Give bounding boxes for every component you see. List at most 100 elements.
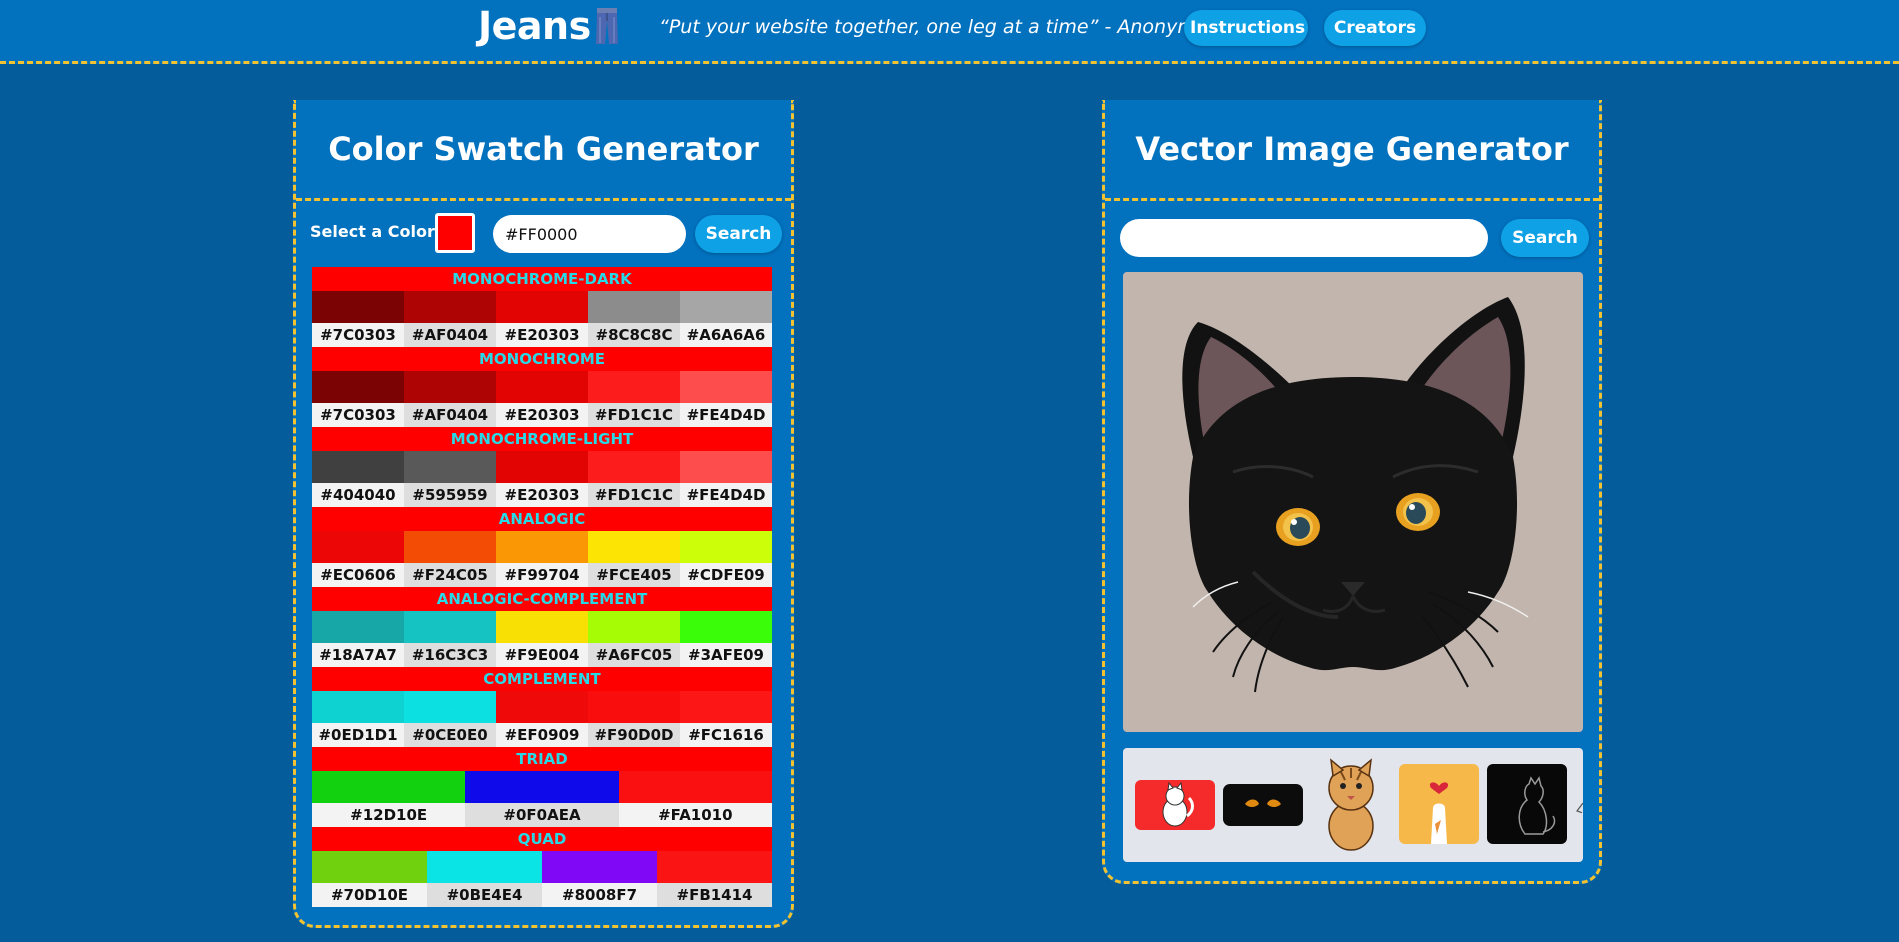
color-swatch[interactable] bbox=[588, 371, 680, 403]
color-swatch[interactable] bbox=[312, 611, 404, 643]
color-swatch[interactable] bbox=[496, 291, 588, 323]
thumbnail-cat-eyes[interactable] bbox=[1223, 784, 1303, 826]
hex-code-label[interactable]: #FD1C1C bbox=[588, 403, 680, 427]
instructions-button[interactable]: Instructions bbox=[1184, 10, 1308, 46]
color-swatch[interactable] bbox=[312, 771, 466, 803]
color-swatch[interactable] bbox=[404, 691, 496, 723]
hex-code-label[interactable]: #EC0606 bbox=[312, 563, 404, 587]
color-swatch[interactable] bbox=[680, 691, 772, 723]
hex-code-label[interactable]: #7C0303 bbox=[312, 323, 404, 347]
color-swatch[interactable] bbox=[588, 451, 680, 483]
color-swatch[interactable] bbox=[588, 291, 680, 323]
color-swatch[interactable] bbox=[427, 851, 542, 883]
color-swatch[interactable] bbox=[312, 691, 404, 723]
hex-code-label[interactable]: #CDFE09 bbox=[680, 563, 772, 587]
color-swatch[interactable] bbox=[404, 451, 496, 483]
thumbnail-black-cat[interactable] bbox=[1487, 764, 1567, 844]
hex-code-row: #EC0606 #F24C05 #F99704 #FCE405 #CDFE09 bbox=[312, 563, 772, 587]
hex-code-label[interactable]: #FC1616 bbox=[680, 723, 772, 747]
partial-thumbnail-icon bbox=[1576, 802, 1583, 814]
hex-code-label[interactable]: #F90D0D bbox=[588, 723, 680, 747]
color-swatch[interactable] bbox=[465, 771, 619, 803]
hex-code-label[interactable]: #AF0404 bbox=[404, 403, 496, 427]
hex-code-label[interactable]: #0BE4E4 bbox=[427, 883, 542, 907]
color-swatch[interactable] bbox=[680, 611, 772, 643]
color-swatch[interactable] bbox=[588, 531, 680, 563]
color-swatch[interactable] bbox=[496, 451, 588, 483]
white-cat-icon bbox=[1162, 781, 1194, 827]
top-header: Jeans “Put your website together, one le… bbox=[0, 0, 1899, 64]
hex-code-label[interactable]: #A6FC05 bbox=[588, 643, 680, 667]
color-swatch[interactable] bbox=[312, 531, 404, 563]
color-swatch[interactable] bbox=[312, 291, 404, 323]
vector-search-input[interactable] bbox=[1120, 219, 1488, 257]
color-swatch[interactable] bbox=[312, 371, 404, 403]
vector-search-button[interactable]: Search bbox=[1501, 219, 1589, 257]
hex-code-row: #404040 #595959 #E20303 #FD1C1C #FE4D4D bbox=[312, 483, 772, 507]
color-swatch[interactable] bbox=[588, 611, 680, 643]
color-swatch[interactable] bbox=[588, 691, 680, 723]
color-swatch[interactable] bbox=[680, 371, 772, 403]
color-swatch[interactable] bbox=[496, 371, 588, 403]
thumbnail-cat-paw-heart[interactable] bbox=[1399, 764, 1479, 844]
hex-code-label[interactable]: #FCE405 bbox=[588, 563, 680, 587]
creators-button[interactable]: Creators bbox=[1324, 10, 1426, 46]
vector-image-panel: Vector Image Generator Search bbox=[1102, 100, 1602, 884]
hex-code-label[interactable]: #3AFE09 bbox=[680, 643, 772, 667]
color-swatch[interactable] bbox=[404, 531, 496, 563]
hex-code-label[interactable]: #12D10E bbox=[312, 803, 466, 827]
hex-code-label[interactable]: #18A7A7 bbox=[312, 643, 404, 667]
hex-code-label[interactable]: #F99704 bbox=[496, 563, 588, 587]
color-swatch[interactable] bbox=[312, 451, 404, 483]
swatch-row bbox=[312, 451, 772, 483]
scheme-title: TRIAD bbox=[312, 747, 772, 771]
hex-code-label[interactable]: #8C8C8C bbox=[588, 323, 680, 347]
hex-color-input[interactable] bbox=[493, 215, 686, 253]
hex-code-label[interactable]: #A6A6A6 bbox=[680, 323, 772, 347]
hex-code-label[interactable]: #404040 bbox=[312, 483, 404, 507]
color-swatch[interactable] bbox=[542, 851, 657, 883]
hex-code-label[interactable]: #16C3C3 bbox=[404, 643, 496, 667]
hex-code-label[interactable]: #EF0909 bbox=[496, 723, 588, 747]
black-cat-illustration bbox=[1182, 297, 1529, 693]
hex-code-label[interactable]: #E20303 bbox=[496, 403, 588, 427]
color-swatch[interactable] bbox=[618, 771, 772, 803]
thumbnail-partial[interactable] bbox=[1575, 800, 1583, 814]
color-swatch[interactable] bbox=[496, 691, 588, 723]
cat-eyes-icon bbox=[1245, 799, 1281, 807]
hex-code-label[interactable]: #0ED1D1 bbox=[312, 723, 404, 747]
swatch-row bbox=[312, 771, 772, 803]
hex-code-label[interactable]: #7C0303 bbox=[312, 403, 404, 427]
swatch-search-button[interactable]: Search bbox=[695, 215, 782, 253]
hex-code-label[interactable]: #E20303 bbox=[496, 323, 588, 347]
hex-code-label[interactable]: #F9E004 bbox=[496, 643, 588, 667]
hex-code-label[interactable]: #8008F7 bbox=[542, 883, 657, 907]
color-swatch[interactable] bbox=[404, 291, 496, 323]
color-swatch[interactable] bbox=[312, 851, 427, 883]
color-swatch[interactable] bbox=[680, 531, 772, 563]
site-logo[interactable]: Jeans bbox=[478, 4, 591, 48]
color-swatch[interactable] bbox=[404, 371, 496, 403]
cat-paw-heart-icon bbox=[1429, 782, 1449, 844]
thumbnail-white-cat[interactable] bbox=[1135, 780, 1215, 830]
color-swatch[interactable] bbox=[496, 611, 588, 643]
color-swatch[interactable] bbox=[657, 851, 772, 883]
color-picker[interactable] bbox=[435, 213, 475, 253]
hex-code-label[interactable]: #595959 bbox=[404, 483, 496, 507]
thumbnail-tabby-cat[interactable] bbox=[1311, 756, 1391, 854]
hex-code-label[interactable]: #FB1414 bbox=[657, 883, 772, 907]
hex-code-label[interactable]: #FD1C1C bbox=[588, 483, 680, 507]
hex-code-label[interactable]: #0CE0E0 bbox=[404, 723, 496, 747]
color-swatch[interactable] bbox=[680, 291, 772, 323]
hex-code-label[interactable]: #AF0404 bbox=[404, 323, 496, 347]
hex-code-label[interactable]: #70D10E bbox=[312, 883, 427, 907]
hex-code-label[interactable]: #FE4D4D bbox=[680, 403, 772, 427]
hex-code-label[interactable]: #FA1010 bbox=[618, 803, 772, 827]
hex-code-label[interactable]: #FE4D4D bbox=[680, 483, 772, 507]
color-swatch[interactable] bbox=[680, 451, 772, 483]
hex-code-label[interactable]: #E20303 bbox=[496, 483, 588, 507]
hex-code-label[interactable]: #F24C05 bbox=[404, 563, 496, 587]
color-swatch[interactable] bbox=[496, 531, 588, 563]
color-swatch[interactable] bbox=[404, 611, 496, 643]
hex-code-label[interactable]: #0F0AEA bbox=[465, 803, 619, 827]
